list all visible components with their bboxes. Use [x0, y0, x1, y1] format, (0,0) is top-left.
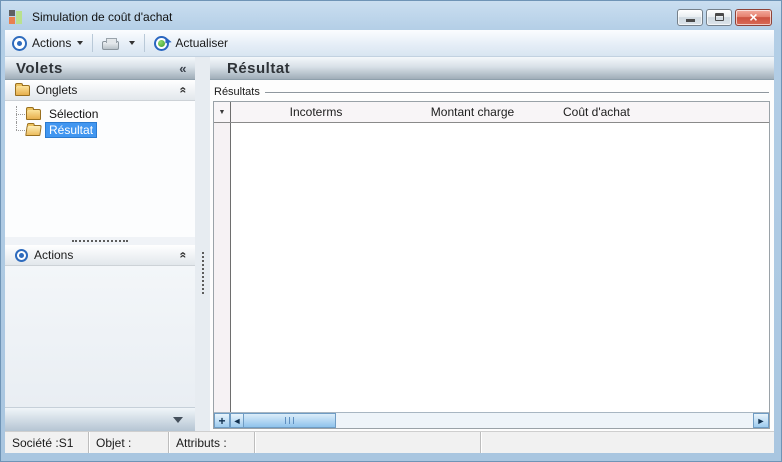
add-row-button[interactable]: + [214, 413, 230, 428]
app-window: Simulation de coût d'achat × Actions Act… [0, 0, 782, 462]
vertical-splitter[interactable] [195, 57, 210, 431]
folder-icon [26, 106, 41, 120]
titlebar: Simulation de coût d'achat × [5, 4, 774, 30]
status-empty-panel [481, 432, 774, 453]
main-panel-body: Résultats ▼ Incoterms Montant charge Coû… [210, 80, 774, 431]
column-header-montant-charge[interactable]: Montant charge [401, 102, 544, 122]
tree-connector [13, 122, 26, 138]
groupbox-rule [264, 91, 769, 93]
actions-menu-label: Actions [32, 36, 72, 50]
status-bar: Société :S1 Objet : Attributs : [5, 431, 774, 453]
chevron-down-icon [173, 416, 183, 423]
dropdown-arrow-icon: ▼ [218, 108, 226, 116]
refresh-button[interactable]: Actualiser [149, 34, 233, 53]
scroll-left-button[interactable]: ◄ [230, 413, 244, 428]
grid-row-gutter [214, 123, 231, 412]
sidebar-collapse-button[interactable]: « [179, 61, 187, 76]
folder-open-icon [25, 124, 42, 136]
scrollbar-thumb[interactable] [244, 413, 336, 428]
actions-panel-body [5, 266, 195, 407]
column-header-cout-achat[interactable]: Coût d'achat [544, 102, 649, 122]
tree-item-selection[interactable]: Sélection [5, 106, 195, 122]
results-grid: ▼ Incoterms Montant charge Coût d'achat … [213, 101, 770, 429]
section-header-onglets[interactable]: Onglets « [5, 80, 195, 101]
app-icon [9, 10, 23, 24]
actions-menu-button[interactable]: Actions [27, 34, 88, 52]
thumb-grip-icon [285, 417, 294, 424]
actions-bullseye-icon [12, 35, 27, 51]
sidebar-bottom-bar[interactable] [5, 407, 195, 431]
scrollbar-track[interactable] [336, 413, 753, 428]
tree-item-resultat[interactable]: Résultat [5, 122, 195, 138]
close-button[interactable]: × [735, 8, 772, 26]
printer-icon [102, 37, 120, 50]
tree-item-label: Résultat [44, 122, 98, 138]
column-header-incoterms[interactable]: Incoterms [231, 102, 401, 122]
refresh-icon [154, 35, 170, 51]
print-button[interactable] [97, 35, 124, 52]
tree-item-label: Sélection [49, 107, 99, 121]
onglets-tree: Sélection Résultat [5, 101, 195, 237]
actions-bullseye-icon [15, 248, 28, 262]
maximize-button[interactable] [706, 8, 732, 26]
sidebar-header: Volets « [5, 57, 195, 80]
splitter-grip [201, 252, 204, 294]
horizontal-splitter[interactable] [5, 237, 195, 245]
close-icon: × [749, 9, 758, 25]
window-controls: × [677, 8, 774, 26]
minimize-icon [685, 19, 695, 22]
chevron-up-icon[interactable]: « [177, 252, 191, 259]
grid-body [214, 123, 769, 412]
main-panel-title: Résultat [227, 59, 291, 77]
grid-header-row: ▼ Incoterms Montant charge Coût d'achat [214, 102, 769, 123]
chevron-down-icon [77, 41, 84, 45]
status-empty-panel [255, 432, 481, 453]
maximize-icon [714, 13, 724, 21]
section-label-onglets: Onglets [36, 83, 78, 97]
results-group-label: Résultats [214, 86, 260, 98]
horizontal-scrollbar: + ◄ ► [214, 412, 769, 428]
status-societe: Société :S1 [5, 432, 89, 453]
scroll-right-button[interactable]: ► [753, 413, 769, 428]
minimize-button[interactable] [677, 8, 703, 26]
folder-icon [15, 82, 30, 96]
toolbar: Actions Actualiser [5, 30, 774, 57]
chevron-up-icon[interactable]: « [177, 87, 191, 94]
section-header-actions[interactable]: Actions « [5, 245, 195, 266]
toolbar-separator [144, 34, 146, 52]
toolbar-separator [92, 34, 94, 52]
grid-row-selector-header[interactable]: ▼ [214, 102, 231, 122]
chevron-down-icon [129, 41, 136, 45]
status-objet: Objet : [89, 432, 169, 453]
results-groupbox-label-row: Résultats [214, 85, 769, 99]
sidebar: Volets « Onglets « Sélection Résultat Ac… [5, 57, 195, 431]
print-options-button[interactable] [124, 39, 140, 47]
status-attributs: Attributs : [169, 432, 255, 453]
sidebar-title: Volets [16, 59, 63, 77]
window-title: Simulation de coût d'achat [32, 10, 173, 24]
main-panel-header: Résultat [210, 57, 774, 80]
refresh-label: Actualiser [175, 36, 229, 50]
content-area: Volets « Onglets « Sélection Résultat Ac… [5, 57, 774, 431]
section-label-actions: Actions [34, 248, 74, 262]
main-panel: Résultat Résultats ▼ Incoterms Montant c… [210, 57, 774, 431]
client-area: Actions Actualiser Volets « Onglets « Sé… [5, 30, 774, 453]
tree-connector [13, 106, 26, 122]
